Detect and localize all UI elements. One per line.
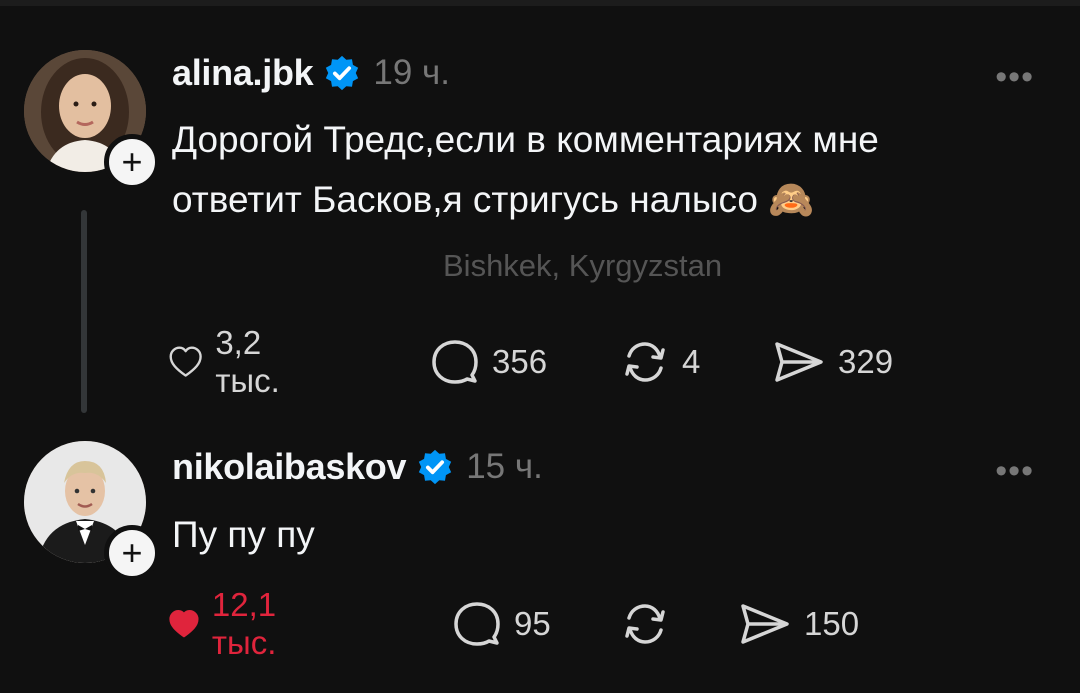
- post-time: 15 ч.: [466, 447, 543, 486]
- thread-connector-line: [81, 210, 87, 413]
- post-text-line-2: ответит Басков,я стригусь налысо 🙈: [172, 179, 815, 220]
- top-divider: [0, 0, 1080, 6]
- location-tag[interactable]: Bishkek, Kyrgyzstan: [443, 248, 722, 284]
- share-button[interactable]: 150: [738, 599, 859, 649]
- post-header: nikolaibaskov 15 ч.: [172, 442, 543, 492]
- verified-badge-icon: [419, 449, 452, 485]
- share-count: 329: [838, 343, 894, 380]
- avatar-nikolaibaskov[interactable]: +: [24, 441, 160, 581]
- repost-count: 4: [682, 343, 701, 380]
- avatar-alina[interactable]: +: [24, 50, 160, 190]
- like-count: 3,2 тыс.: [215, 324, 280, 399]
- like-count: 12,1 тыс.: [211, 586, 277, 661]
- username[interactable]: alina.jbk: [172, 52, 314, 94]
- comment-icon: [432, 340, 478, 384]
- follow-button[interactable]: +: [104, 525, 160, 581]
- post-text-line-1: Дорогой Тредс,если в комментариях мне: [172, 119, 879, 160]
- verified-badge-icon: [326, 55, 359, 91]
- repost-icon: [625, 342, 665, 382]
- username[interactable]: nikolaibaskov: [172, 446, 407, 488]
- like-button[interactable]: 3,2 тыс.: [168, 324, 297, 399]
- plus-icon: +: [121, 141, 143, 182]
- share-button[interactable]: 329: [772, 337, 893, 387]
- like-button[interactable]: 12,1 тыс.: [168, 586, 297, 661]
- comment-count: 95: [514, 605, 551, 642]
- share-icon: [741, 604, 789, 644]
- more-icon[interactable]: •••: [995, 60, 1034, 94]
- repost-button[interactable]: [620, 599, 682, 649]
- comment-button[interactable]: 356: [430, 337, 547, 387]
- post-header: alina.jbk 19 ч.: [172, 48, 450, 98]
- heart-icon: [169, 346, 202, 377]
- share-count: 150: [804, 605, 860, 642]
- post-time: 19 ч.: [373, 53, 450, 92]
- repost-icon: [625, 604, 665, 644]
- follow-button[interactable]: +: [104, 134, 160, 190]
- post-text: Пу пу пу: [172, 514, 315, 555]
- comment-count: 356: [492, 343, 548, 380]
- share-icon: [775, 342, 823, 382]
- heart-filled-icon: [169, 610, 199, 638]
- repost-button[interactable]: 4: [620, 337, 700, 387]
- comment-icon: [454, 602, 500, 646]
- more-icon[interactable]: •••: [995, 454, 1034, 488]
- plus-icon: +: [121, 532, 143, 573]
- comment-button[interactable]: 95: [452, 599, 551, 649]
